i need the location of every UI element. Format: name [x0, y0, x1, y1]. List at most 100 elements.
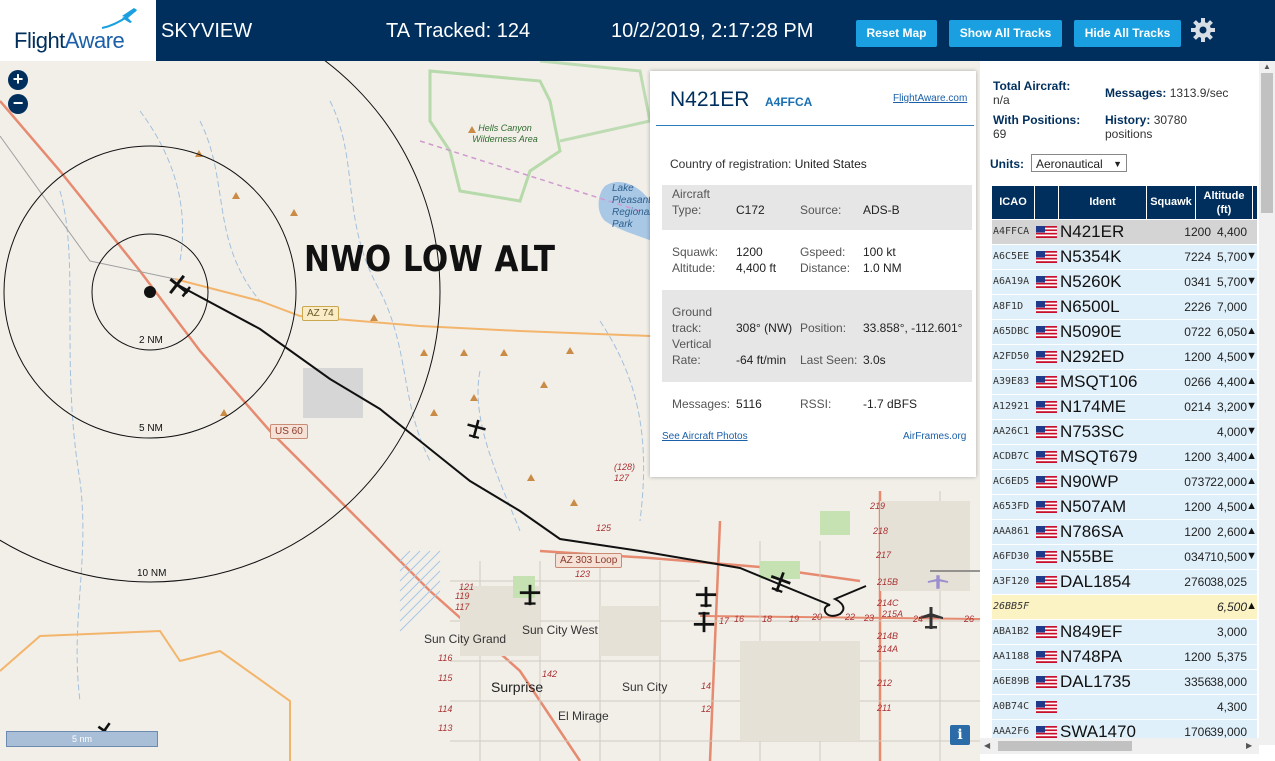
altitude-trend-icon: ▲ — [1246, 500, 1257, 512]
horizontal-scrollbar[interactable]: ◀ ▶ — [980, 738, 1259, 754]
aircraft-marker[interactable] — [465, 417, 487, 441]
row-ident: N5090E — [1060, 322, 1122, 341]
reset-map-button[interactable]: Reset Map — [856, 20, 937, 47]
row-altitude: 3,200 — [1216, 400, 1247, 414]
scroll-up-icon[interactable]: ▲ — [1263, 62, 1271, 71]
altitude-trend-icon: ▲ — [1246, 450, 1257, 462]
table-row[interactable]: A6E89B DAL1735 3356 38,000 — [992, 670, 1257, 695]
row-squawk: 0722 — [1184, 325, 1211, 339]
map-info-button[interactable]: i — [950, 725, 970, 745]
altitude-trend-icon: ▲ — [1246, 375, 1257, 387]
table-row[interactable]: AA26C1 N753SC 4,000 ▼ — [992, 420, 1257, 445]
road-label-az74: AZ 74 — [302, 306, 339, 321]
airframes-link[interactable]: AirFrames.org — [903, 431, 966, 442]
exit-label: 12 — [701, 704, 712, 714]
aircraft-marker[interactable] — [518, 582, 542, 608]
row-altitude: 4,500 — [1216, 500, 1247, 514]
us-flag-icon — [1036, 451, 1057, 463]
row-ident: N292ED — [1060, 347, 1125, 366]
road-label-az303: AZ 303 Loop — [555, 553, 623, 568]
table-row[interactable]: A653FD N507AM 1200 4,500 ▲ — [992, 495, 1257, 520]
ring-label-2nm: 2 NM — [139, 335, 163, 346]
ring-label-10nm: 10 NM — [137, 568, 167, 579]
road-label-128: (128) — [614, 462, 636, 472]
track-label: Ground — [672, 305, 713, 319]
row-altitude: 3,400 — [1216, 450, 1247, 464]
aircraft-marker[interactable] — [768, 569, 792, 595]
scroll-right-icon[interactable]: ▶ — [1246, 741, 1252, 750]
popup-group-squawk: Squawk: 1200 Gspeed: 100 kt Altitude: 4,… — [662, 239, 972, 281]
flightaware-link[interactable]: FlightAware.com — [893, 93, 967, 104]
row-ident: N786SA — [1060, 522, 1124, 541]
aircraft-marker[interactable] — [694, 584, 718, 610]
exit-label: 218 — [873, 526, 889, 536]
exit-label: 215B — [877, 577, 899, 587]
table-row[interactable]: A6A19A N5260K 0341 5,700 ▼ — [992, 270, 1257, 295]
table-row[interactable]: 26BB5F 6,500 ▲ — [992, 595, 1257, 620]
vertical-scrollbar[interactable]: ▲ — [1259, 61, 1275, 745]
row-icao: AAA861 — [993, 526, 1030, 537]
squawk-label: Squawk: — [672, 245, 719, 259]
table-row[interactable]: A6FD30 N55BE 0347 10,500 ▼ — [992, 545, 1257, 570]
scroll-left-icon[interactable]: ◀ — [984, 741, 990, 750]
exit-label: 14 — [701, 681, 712, 691]
column-icao[interactable]: ICAO — [992, 186, 1034, 219]
flightaware-logo[interactable]: FlightAware — [0, 0, 156, 61]
exit-label: 214A — [877, 644, 899, 654]
table-row[interactable]: A65DBC N5090E 0722 6,050 ▲ — [992, 320, 1257, 345]
hide-all-tracks-button[interactable]: Hide All Tracks — [1074, 20, 1181, 47]
column-altitude[interactable]: Altitude (ft) — [1196, 186, 1252, 219]
table-row[interactable]: AC6ED5 N90WP 0737 22,000 ▲ — [992, 470, 1257, 495]
row-altitude: 3,000 — [1216, 625, 1247, 639]
aircraft-selected-marker[interactable] — [166, 273, 192, 299]
column-squawk[interactable]: Squawk — [1147, 186, 1195, 219]
row-altitude: 10,500 — [1210, 550, 1247, 564]
vrate-label: Vertical — [672, 337, 712, 351]
table-row[interactable]: A0B74C 4,300 — [992, 695, 1257, 720]
table-row[interactable]: A12921 N174ME 0214 3,200 ▼ — [992, 395, 1257, 420]
scroll-thumb[interactable] — [1261, 73, 1273, 213]
row-squawk: 1200 — [1184, 500, 1211, 514]
row-icao: ACDB7C — [993, 451, 1030, 462]
show-all-tracks-button[interactable]: Show All Tracks — [949, 20, 1062, 47]
altitude-trend-icon: ▲ — [1246, 325, 1257, 337]
messages-value: 5116 — [736, 397, 762, 411]
row-icao: ABA1B2 — [993, 626, 1030, 637]
aircraft-marker[interactable] — [692, 609, 716, 635]
us-flag-icon — [1036, 526, 1057, 538]
exit-label: 17 — [719, 616, 730, 626]
zoom-out-button[interactable]: − — [8, 94, 28, 114]
table-row[interactable]: ABA1B2 N849EF 3,000 — [992, 620, 1257, 645]
table-row[interactable]: AA1188 N748PA 1200 5,375 — [992, 645, 1257, 670]
row-icao: A3F120 — [993, 576, 1030, 587]
us-flag-icon — [1036, 701, 1057, 713]
table-row[interactable]: A2FD50 N292ED 1200 4,500 ▼ — [992, 345, 1257, 370]
aircraft-photos-link[interactable]: See Aircraft Photos — [662, 431, 748, 442]
column-flag[interactable] — [1035, 186, 1058, 219]
exit-label: 211 — [877, 703, 892, 713]
exit-label: 217 — [876, 550, 892, 560]
track-label: track: — [672, 321, 702, 335]
table-row[interactable]: A6C5EE N5354K 7224 5,700 ▼ — [992, 245, 1257, 270]
row-icao: A8F1D — [993, 301, 1024, 312]
column-ident[interactable]: Ident — [1059, 186, 1146, 219]
row-ident: MSQT106 — [1060, 372, 1138, 391]
table-row[interactable]: AAA861 N786SA 1200 2,600 ▲ — [992, 520, 1257, 545]
rssi-value: -1.7 dBFS — [863, 397, 918, 411]
row-squawk: 1200 — [1184, 350, 1211, 364]
zoom-in-button[interactable]: + — [8, 70, 28, 90]
exit-label: 214B — [877, 631, 899, 641]
table-row[interactable]: A39E83 MSQT106 0266 4,400 ▲ — [992, 370, 1257, 395]
scroll-thumb-horizontal[interactable] — [998, 741, 1132, 751]
row-altitude: 5,700 — [1216, 250, 1247, 264]
us-flag-icon — [1036, 251, 1057, 263]
airport-icon — [927, 575, 949, 589]
table-row[interactable]: A8F1D N6500L 2226 7,000 — [992, 295, 1257, 320]
table-row[interactable]: A3F120 DAL1854 2760 38,025 — [992, 570, 1257, 595]
table-row[interactable]: ACDB7C MSQT679 1200 3,400 ▲ — [992, 445, 1257, 470]
units-select[interactable]: Aeronautical ▼ — [1031, 154, 1127, 172]
table-row[interactable]: A4FFCA N421ER 1200 4,400 — [992, 220, 1257, 245]
row-icao: A0B74C — [993, 701, 1030, 712]
row-squawk: 0347 — [1184, 550, 1211, 564]
gear-icon[interactable] — [1189, 16, 1217, 44]
